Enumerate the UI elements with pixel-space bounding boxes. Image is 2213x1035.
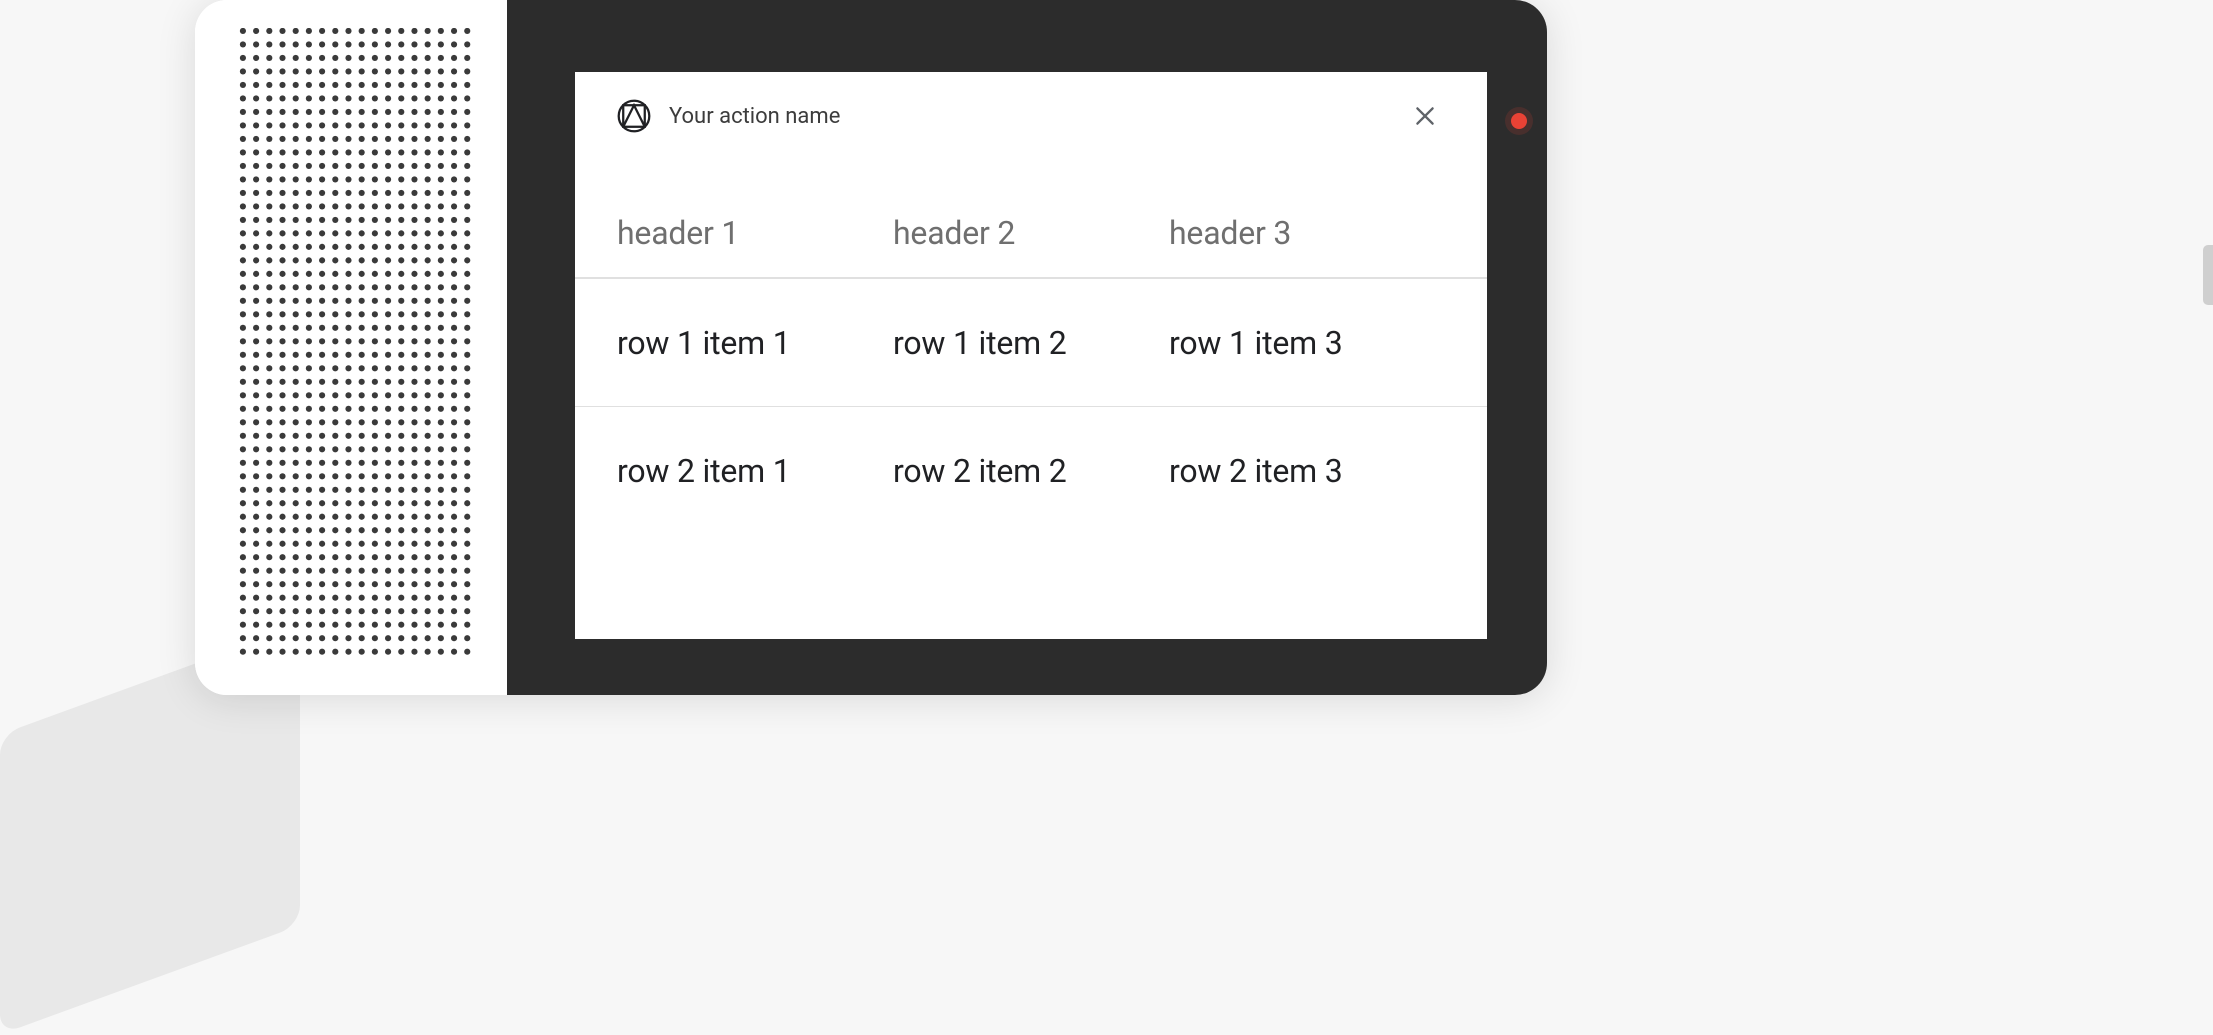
table-cell: row 2 item 3 — [1169, 452, 1445, 490]
table-row: row 2 item 1 row 2 item 2 row 2 item 3 — [575, 406, 1487, 534]
close-button[interactable] — [1405, 96, 1445, 136]
close-icon — [1412, 103, 1438, 129]
table-header-row: header 1 header 2 header 3 — [575, 160, 1487, 278]
smart-display-device: Your action name header 1 header 2 heade… — [195, 0, 1547, 695]
table-cell: row 1 item 2 — [893, 324, 1169, 362]
table-header-cell: header 3 — [1169, 214, 1445, 252]
speaker-dots-icon — [237, 28, 481, 663]
mic-indicator-dot — [1511, 113, 1527, 129]
material-design-logo-icon — [617, 99, 651, 133]
speaker-grille — [195, 0, 507, 695]
table-header-cell: header 2 — [893, 214, 1169, 252]
table-cell: row 2 item 2 — [893, 452, 1169, 490]
table-header-cell: header 1 — [617, 214, 893, 252]
device-screen-bezel: Your action name header 1 header 2 heade… — [507, 0, 1547, 695]
table-cell: row 1 item 3 — [1169, 324, 1445, 362]
card-title: Your action name — [669, 104, 1387, 129]
table-cell: row 1 item 1 — [617, 324, 893, 362]
table-row: row 1 item 1 row 1 item 2 row 1 item 3 — [575, 278, 1487, 406]
side-tab-handle[interactable] — [2203, 245, 2213, 305]
table-cell: row 2 item 1 — [617, 452, 893, 490]
card-header: Your action name — [575, 72, 1487, 160]
action-card: Your action name header 1 header 2 heade… — [575, 72, 1487, 639]
